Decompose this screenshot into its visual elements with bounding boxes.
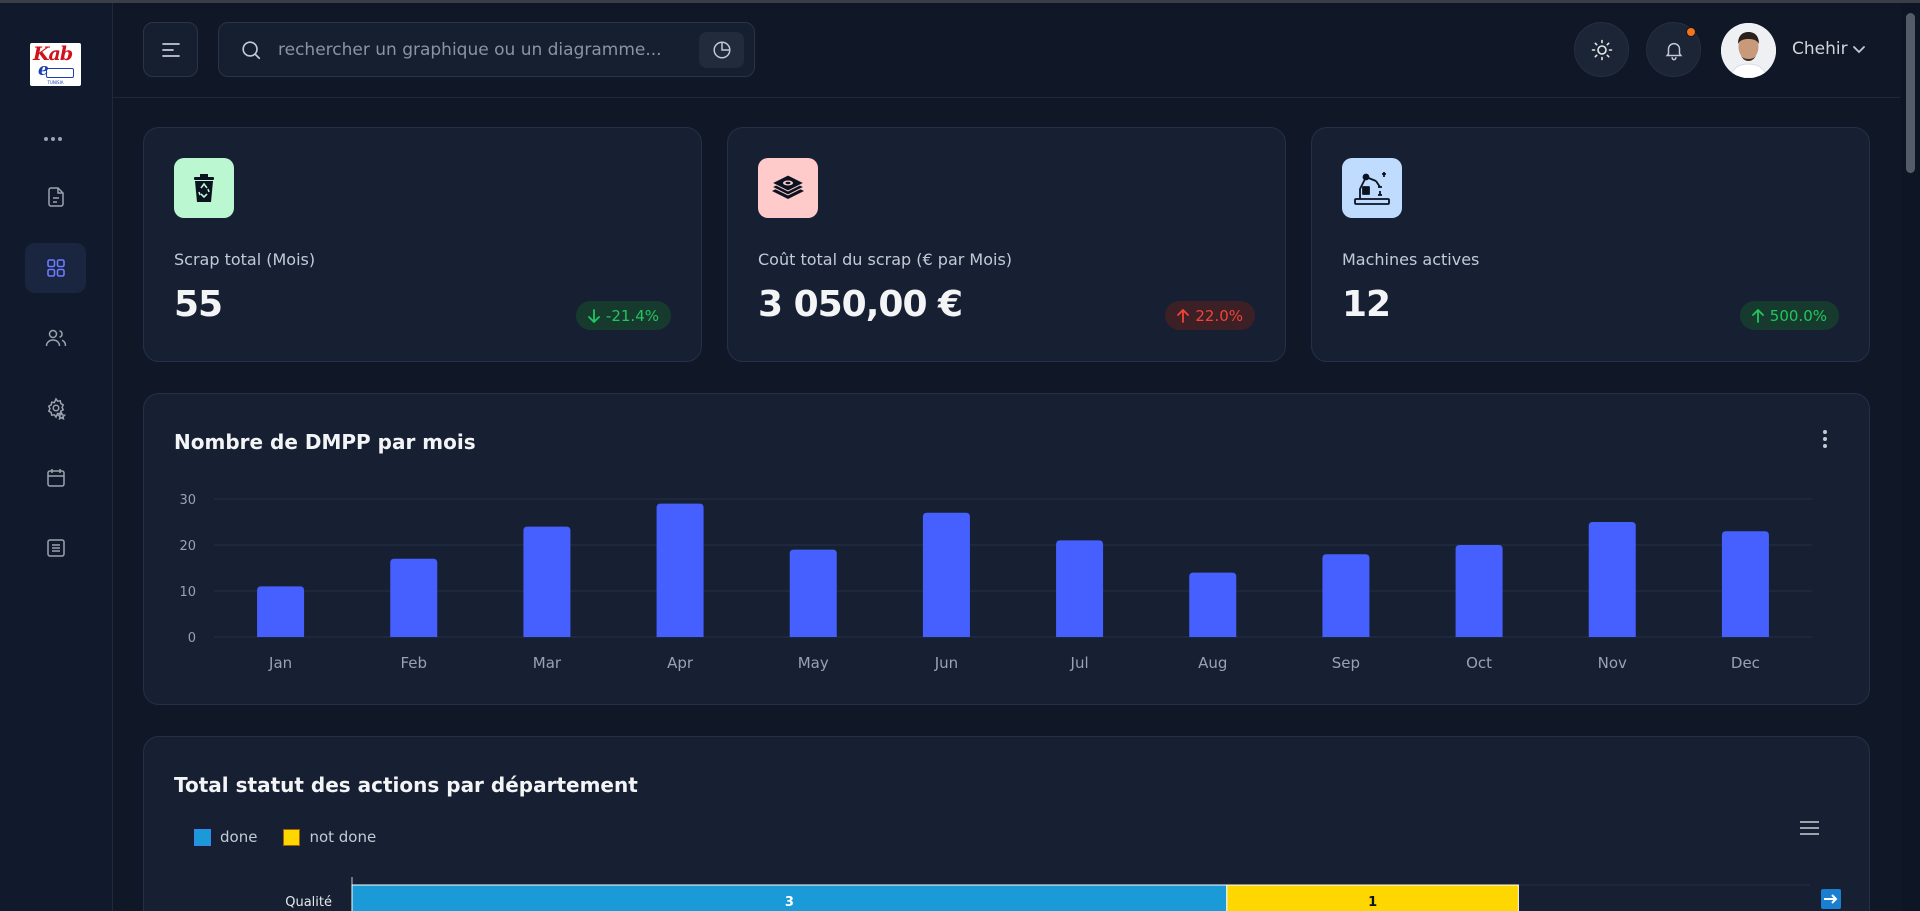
grid-icon (46, 259, 65, 277)
list-document-icon (46, 539, 65, 557)
stat-card-scrap-total: Scrap total (Mois) 55 -21.4% (143, 127, 702, 362)
bar-sep[interactable] (1322, 554, 1370, 637)
bar-may[interactable] (789, 549, 837, 637)
x-tick-label: Sep (1332, 654, 1360, 672)
notifications-button[interactable] (1646, 22, 1701, 77)
y-tick-label: 0 (188, 631, 196, 646)
change-value: -21.4% (605, 306, 659, 325)
y-tick-label: 10 (179, 585, 196, 600)
change-badge: -21.4% (575, 301, 671, 330)
brand-logo[interactable]: Kab e TUNISIA (30, 43, 81, 86)
sidebar-item-calendar[interactable] (25, 453, 86, 503)
search-icon (238, 37, 264, 63)
gear-star-icon (47, 397, 66, 420)
bar-jun[interactable] (922, 512, 970, 637)
x-tick-label: Jul (1070, 654, 1089, 672)
arrow-up-icon (1751, 308, 1764, 323)
bar-aug[interactable] (1189, 572, 1237, 637)
sidebar-item-dashboard[interactable] (25, 243, 86, 293)
x-tick-label: Aug (1198, 654, 1227, 672)
top-header: Chehir (113, 3, 1900, 98)
stat-card-scrap-cost: Coût total du scrap (€ par Mois) 3 050,0… (727, 127, 1286, 362)
change-value: 500.0% (1769, 306, 1827, 325)
actions-chart-card: Total statut des actions par département… (143, 736, 1870, 911)
stat-value: 55 (174, 284, 223, 325)
logo-tagline: TUNISIA (47, 80, 64, 85)
more-dots-icon (44, 137, 62, 141)
search-bar (218, 22, 755, 77)
calendar-icon (46, 469, 65, 487)
x-tick-label: Oct (1466, 654, 1492, 672)
bar-apr[interactable] (656, 503, 704, 637)
search-input[interactable] (278, 39, 678, 60)
change-badge: 22.0% (1165, 301, 1255, 330)
stat-label: Scrap total (Mois) (174, 250, 316, 269)
stat-card-active-machines: Machines actives 12 500.0% (1311, 127, 1870, 362)
bar-jan[interactable] (257, 586, 305, 637)
pie-chart-icon (712, 41, 731, 59)
data-label: 1 (1368, 895, 1377, 910)
scrollbar-thumb[interactable] (1906, 13, 1915, 173)
dmpp-chart-card: Nombre de DMPP par mois 0 10 20 30 Jan Feb Mar… (143, 393, 1870, 705)
x-tick-label: May (798, 654, 829, 672)
money-stack-icon (758, 158, 818, 218)
bar-jul[interactable] (1056, 540, 1104, 637)
dmpp-bar-chart: 0 10 20 30 Jan Feb Mar Apr May Jun Jul Aug Sep Oct Nov… (179, 493, 1812, 672)
sidebar-item-settings[interactable] (25, 383, 86, 433)
stat-label: Machines actives (1342, 250, 1480, 269)
change-value: 22.0% (1195, 306, 1243, 325)
user-name[interactable]: Chehir (1792, 39, 1848, 59)
y-tick-label: 30 (179, 493, 196, 508)
users-icon (45, 329, 66, 347)
sun-icon (1591, 39, 1612, 60)
chart-shortcut-button[interactable] (699, 32, 744, 68)
x-tick-label: Jun (934, 654, 958, 672)
arrow-up-icon (1177, 308, 1190, 323)
stat-value: 3 050,00 € (758, 284, 963, 325)
sidebar-toggle-button[interactable] (143, 22, 198, 77)
actions-stacked-bar-chart: Qualité 3 1 (285, 877, 1841, 911)
change-badge: 500.0% (1739, 301, 1839, 330)
sidebar-item-reports[interactable] (25, 523, 86, 573)
x-tick-label: Mar (533, 654, 562, 672)
recycle-bin-icon (174, 158, 234, 218)
robot-arm-icon (1342, 158, 1402, 218)
sidebar-item-documents[interactable] (25, 172, 86, 222)
theme-toggle-button[interactable] (1574, 22, 1629, 77)
data-label: 3 (785, 895, 794, 910)
x-tick-label: Jan (268, 654, 292, 672)
page-scrollbar[interactable] (1901, 3, 1920, 911)
arrow-down-icon (588, 308, 600, 323)
bar-mar[interactable] (523, 526, 571, 637)
bell-icon (1665, 42, 1682, 60)
x-tick-label: Nov (1598, 654, 1627, 672)
bar-nov[interactable] (1588, 522, 1636, 637)
y-tick-label: 20 (179, 539, 196, 554)
sidebar: Kab e TUNISIA (0, 3, 113, 911)
bar-dec[interactable] (1721, 531, 1769, 637)
x-tick-label: Feb (400, 654, 427, 672)
document-icon (47, 187, 64, 207)
stat-value: 12 (1342, 284, 1391, 325)
menu-icon (161, 42, 180, 57)
stat-label: Coût total du scrap (€ par Mois) (758, 250, 1013, 269)
logo-text-e: e (38, 60, 49, 80)
bar-feb[interactable] (390, 558, 438, 637)
sidebar-item-users[interactable] (25, 313, 86, 363)
x-tick-label: Apr (667, 654, 694, 672)
bar-oct[interactable] (1455, 545, 1503, 637)
user-avatar[interactable] (1721, 23, 1776, 78)
x-tick-label: Dec (1731, 654, 1760, 672)
notification-dot (1686, 27, 1696, 37)
chevron-down-icon[interactable] (1851, 41, 1867, 57)
category-label: Qualité (285, 895, 332, 910)
